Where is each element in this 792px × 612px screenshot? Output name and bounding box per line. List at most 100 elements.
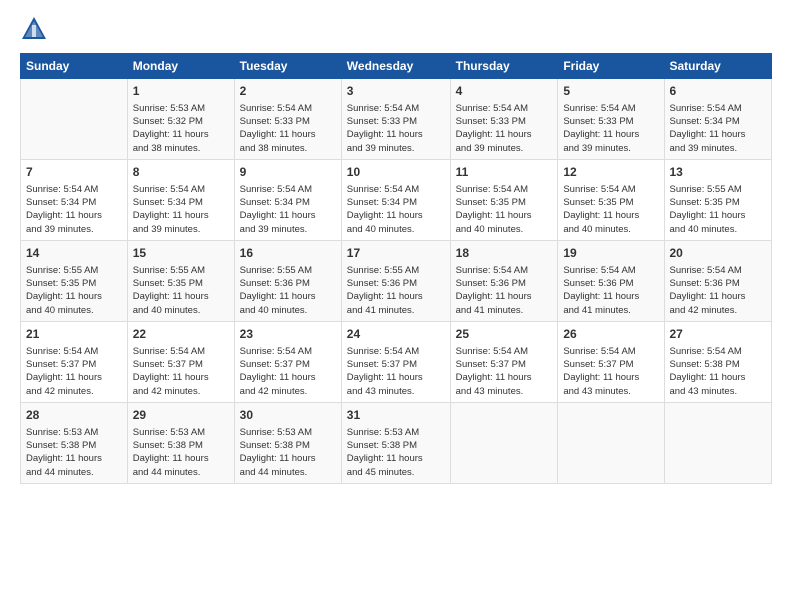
calendar-cell: 22Sunrise: 5:54 AMSunset: 5:37 PMDayligh…: [127, 321, 234, 402]
day-info: Sunrise: 5:54 AMSunset: 5:36 PMDaylight:…: [670, 264, 767, 317]
calendar-cell: 9 Sunrise: 5:54 AMSunset: 5:34 PMDaylight…: [234, 159, 341, 240]
day-number: 9: [240, 164, 336, 181]
day-info: Sunrise: 5:54 AMSunset: 5:37 PMDaylight:…: [26, 345, 122, 398]
day-number: 7: [26, 164, 122, 181]
calendar-cell: 15Sunrise: 5:55 AMSunset: 5:35 PMDayligh…: [127, 240, 234, 321]
day-number: 28: [26, 407, 122, 424]
day-info: Sunrise: 5:54 AMSunset: 5:34 PMDaylight:…: [133, 183, 229, 236]
day-number: 12: [563, 164, 658, 181]
calendar-table: SundayMondayTuesdayWednesdayThursdayFrid…: [20, 53, 772, 484]
day-info: Sunrise: 5:54 AMSunset: 5:37 PMDaylight:…: [347, 345, 445, 398]
calendar-cell: 2 Sunrise: 5:54 AMSunset: 5:33 PMDaylight…: [234, 79, 341, 160]
day-info: Sunrise: 5:54 AMSunset: 5:33 PMDaylight:…: [456, 102, 553, 155]
calendar-cell: 19 Sunrise: 5:54 AMSunset: 5:36 PMDayligh…: [558, 240, 664, 321]
calendar-cell: 17 Sunrise: 5:55 AMSunset: 5:36 PMDayligh…: [341, 240, 450, 321]
calendar-cell: 11 Sunrise: 5:54 AMSunset: 5:35 PMDayligh…: [450, 159, 558, 240]
day-info: Sunrise: 5:55 AMSunset: 5:35 PMDaylight:…: [670, 183, 767, 236]
day-number: 27: [670, 326, 767, 343]
calendar-cell: 26 Sunrise: 5:54 AMSunset: 5:37 PMDayligh…: [558, 321, 664, 402]
day-info: Sunrise: 5:53 AMSunset: 5:38 PMDaylight:…: [347, 426, 445, 479]
day-number: 16: [240, 245, 336, 262]
calendar-cell: [558, 402, 664, 483]
day-number: 11: [456, 164, 553, 181]
header-area: [20, 15, 772, 43]
day-info: Sunrise: 5:54 AMSunset: 5:34 PMDaylight:…: [26, 183, 122, 236]
weekday-header-saturday: Saturday: [664, 54, 772, 79]
week-row-4: 21Sunrise: 5:54 AMSunset: 5:37 PMDayligh…: [21, 321, 772, 402]
day-number: 24: [347, 326, 445, 343]
calendar-cell: 3 Sunrise: 5:54 AMSunset: 5:33 PMDaylight…: [341, 79, 450, 160]
day-info: Sunrise: 5:54 AMSunset: 5:36 PMDaylight:…: [563, 264, 658, 317]
day-number: 29: [133, 407, 229, 424]
day-info: Sunrise: 5:54 AMSunset: 5:34 PMDaylight:…: [670, 102, 767, 155]
day-info: Sunrise: 5:55 AMSunset: 5:36 PMDaylight:…: [347, 264, 445, 317]
day-info: Sunrise: 5:53 AMSunset: 5:38 PMDaylight:…: [26, 426, 122, 479]
day-info: Sunrise: 5:54 AMSunset: 5:37 PMDaylight:…: [456, 345, 553, 398]
day-number: 3: [347, 83, 445, 100]
day-info: Sunrise: 5:54 AMSunset: 5:35 PMDaylight:…: [456, 183, 553, 236]
calendar-cell: 24 Sunrise: 5:54 AMSunset: 5:37 PMDayligh…: [341, 321, 450, 402]
calendar-cell: 18 Sunrise: 5:54 AMSunset: 5:36 PMDayligh…: [450, 240, 558, 321]
day-number: 23: [240, 326, 336, 343]
calendar-cell: 6 Sunrise: 5:54 AMSunset: 5:34 PMDaylight…: [664, 79, 772, 160]
calendar-cell: 20 Sunrise: 5:54 AMSunset: 5:36 PMDayligh…: [664, 240, 772, 321]
day-info: Sunrise: 5:54 AMSunset: 5:33 PMDaylight:…: [240, 102, 336, 155]
day-info: Sunrise: 5:55 AMSunset: 5:36 PMDaylight:…: [240, 264, 336, 317]
day-number: 26: [563, 326, 658, 343]
week-row-5: 28 Sunrise: 5:53 AMSunset: 5:38 PMDayligh…: [21, 402, 772, 483]
day-number: 4: [456, 83, 553, 100]
calendar-cell: 14Sunrise: 5:55 AMSunset: 5:35 PMDayligh…: [21, 240, 128, 321]
calendar-cell: 23 Sunrise: 5:54 AMSunset: 5:37 PMDayligh…: [234, 321, 341, 402]
calendar-cell: 29 Sunrise: 5:53 AMSunset: 5:38 PMDayligh…: [127, 402, 234, 483]
calendar-cell: 28 Sunrise: 5:53 AMSunset: 5:38 PMDayligh…: [21, 402, 128, 483]
day-number: 6: [670, 83, 767, 100]
day-info: Sunrise: 5:55 AMSunset: 5:35 PMDaylight:…: [133, 264, 229, 317]
day-info: Sunrise: 5:54 AMSunset: 5:38 PMDaylight:…: [670, 345, 767, 398]
weekday-header-row: SundayMondayTuesdayWednesdayThursdayFrid…: [21, 54, 772, 79]
calendar-cell: [664, 402, 772, 483]
week-row-2: 7 Sunrise: 5:54 AMSunset: 5:34 PMDaylight…: [21, 159, 772, 240]
main-container: SundayMondayTuesdayWednesdayThursdayFrid…: [0, 0, 792, 494]
day-info: Sunrise: 5:54 AMSunset: 5:36 PMDaylight:…: [456, 264, 553, 317]
day-number: 31: [347, 407, 445, 424]
day-number: 13: [670, 164, 767, 181]
calendar-cell: [450, 402, 558, 483]
calendar-cell: 4 Sunrise: 5:54 AMSunset: 5:33 PMDaylight…: [450, 79, 558, 160]
calendar-cell: 30Sunrise: 5:53 AMSunset: 5:38 PMDayligh…: [234, 402, 341, 483]
day-info: Sunrise: 5:53 AMSunset: 5:32 PMDaylight:…: [133, 102, 229, 155]
day-number: 17: [347, 245, 445, 262]
day-number: 19: [563, 245, 658, 262]
day-number: 25: [456, 326, 553, 343]
day-number: 2: [240, 83, 336, 100]
day-info: Sunrise: 5:54 AMSunset: 5:34 PMDaylight:…: [240, 183, 336, 236]
weekday-header-monday: Monday: [127, 54, 234, 79]
calendar-cell: 8Sunrise: 5:54 AMSunset: 5:34 PMDaylight…: [127, 159, 234, 240]
weekday-header-sunday: Sunday: [21, 54, 128, 79]
logo-icon: [20, 15, 48, 43]
calendar-cell: 10Sunrise: 5:54 AMSunset: 5:34 PMDayligh…: [341, 159, 450, 240]
day-number: 10: [347, 164, 445, 181]
weekday-header-friday: Friday: [558, 54, 664, 79]
day-info: Sunrise: 5:53 AMSunset: 5:38 PMDaylight:…: [240, 426, 336, 479]
day-info: Sunrise: 5:54 AMSunset: 5:33 PMDaylight:…: [347, 102, 445, 155]
logo: [20, 15, 50, 43]
day-info: Sunrise: 5:54 AMSunset: 5:37 PMDaylight:…: [240, 345, 336, 398]
calendar-cell: 7 Sunrise: 5:54 AMSunset: 5:34 PMDaylight…: [21, 159, 128, 240]
calendar-cell: [21, 79, 128, 160]
day-info: Sunrise: 5:54 AMSunset: 5:37 PMDaylight:…: [133, 345, 229, 398]
calendar-cell: 1 Sunrise: 5:53 AMSunset: 5:32 PMDaylight…: [127, 79, 234, 160]
day-number: 20: [670, 245, 767, 262]
day-info: Sunrise: 5:54 AMSunset: 5:33 PMDaylight:…: [563, 102, 658, 155]
week-row-1: 1 Sunrise: 5:53 AMSunset: 5:32 PMDaylight…: [21, 79, 772, 160]
day-number: 1: [133, 83, 229, 100]
calendar-cell: 21Sunrise: 5:54 AMSunset: 5:37 PMDayligh…: [21, 321, 128, 402]
calendar-cell: 27 Sunrise: 5:54 AMSunset: 5:38 PMDayligh…: [664, 321, 772, 402]
calendar-cell: 13 Sunrise: 5:55 AMSunset: 5:35 PMDayligh…: [664, 159, 772, 240]
calendar-cell: 31 Sunrise: 5:53 AMSunset: 5:38 PMDayligh…: [341, 402, 450, 483]
day-info: Sunrise: 5:54 AMSunset: 5:35 PMDaylight:…: [563, 183, 658, 236]
day-number: 18: [456, 245, 553, 262]
day-info: Sunrise: 5:54 AMSunset: 5:37 PMDaylight:…: [563, 345, 658, 398]
day-info: Sunrise: 5:53 AMSunset: 5:38 PMDaylight:…: [133, 426, 229, 479]
calendar-cell: 25 Sunrise: 5:54 AMSunset: 5:37 PMDayligh…: [450, 321, 558, 402]
weekday-header-thursday: Thursday: [450, 54, 558, 79]
